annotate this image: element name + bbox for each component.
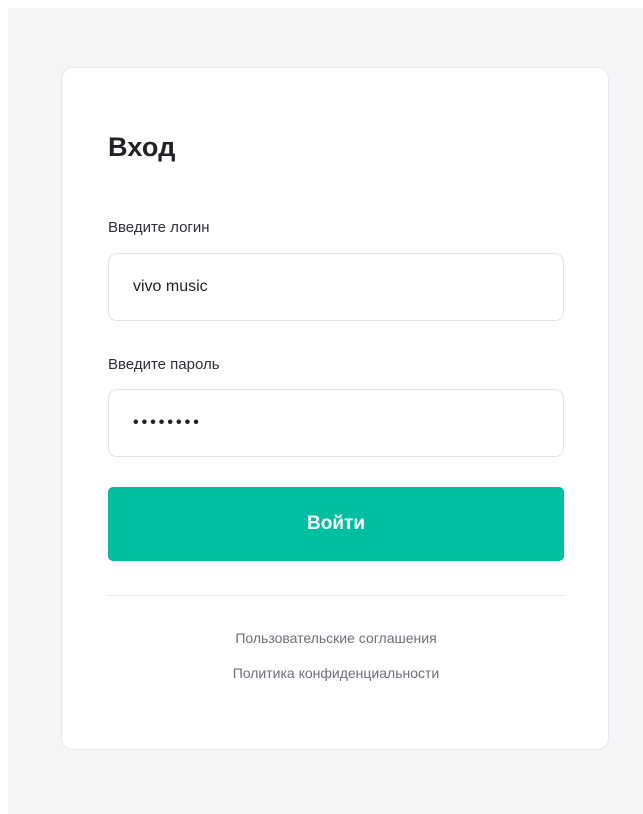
- privacy-policy-link[interactable]: Политика конфиденциальности: [108, 665, 564, 681]
- login-label: Введите логин: [108, 219, 210, 236]
- password-input-value: ••••••••: [133, 414, 202, 431]
- user-agreements-link[interactable]: Пользовательские соглашения: [108, 630, 564, 646]
- password-input[interactable]: ••••••••: [108, 389, 564, 457]
- login-card: Вход Введите логин vivo music Введите па…: [61, 67, 609, 750]
- login-button[interactable]: Войти: [108, 487, 564, 561]
- password-label: Введите пароль: [108, 356, 220, 373]
- login-input-value: vivo music: [133, 278, 208, 295]
- login-input[interactable]: vivo music: [108, 253, 564, 321]
- page-title: Вход: [108, 132, 176, 162]
- divider: [108, 595, 564, 596]
